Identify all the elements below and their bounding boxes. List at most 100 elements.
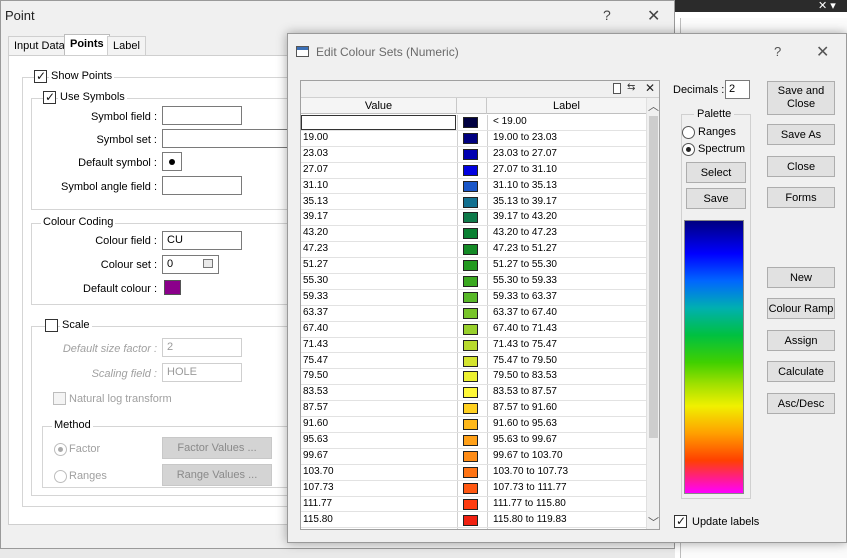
asc-desc-button[interactable]: Asc/Desc xyxy=(767,393,835,414)
colour-swatch[interactable] xyxy=(463,132,478,144)
table-row[interactable]: 115.80 115.80 to 119.83 xyxy=(301,513,646,529)
value-cell[interactable] xyxy=(301,115,456,130)
close-icon[interactable]: ✕ xyxy=(816,42,829,62)
label-cell[interactable]: 67.40 to 71.43 xyxy=(493,323,557,334)
colour-swatch[interactable] xyxy=(463,498,478,510)
colour-swatch[interactable] xyxy=(463,450,478,462)
table-row[interactable]: 99.67 99.67 to 103.70 xyxy=(301,449,646,465)
value-cell[interactable]: 43.20 xyxy=(303,227,328,238)
value-cell[interactable]: 107.73 xyxy=(303,482,334,493)
delete-row-icon[interactable]: ✕ xyxy=(645,81,655,95)
value-cell[interactable]: 39.17 xyxy=(303,211,328,222)
colour-ramp-button[interactable]: Colour Ramp xyxy=(767,298,835,319)
colour-swatch[interactable] xyxy=(463,435,478,446)
label-cell[interactable]: 95.63 to 99.67 xyxy=(493,434,557,445)
table-row[interactable]: 23.03 23.03 to 27.07 xyxy=(301,147,646,163)
table-row[interactable]: 67.40 67.40 to 71.43 xyxy=(301,322,646,338)
value-cell[interactable]: 31.10 xyxy=(303,180,328,191)
use-symbols-checkbox[interactable] xyxy=(43,90,56,104)
label-cell[interactable]: 23.03 to 27.07 xyxy=(493,148,557,159)
grid-scrollbar[interactable]: ︿ ﹀ xyxy=(646,98,659,529)
colour-swatch[interactable] xyxy=(463,482,478,494)
calculate-button[interactable]: Calculate xyxy=(767,361,835,382)
label-cell[interactable]: 39.17 to 43.20 xyxy=(493,211,557,222)
value-cell[interactable]: 71.43 xyxy=(303,339,328,350)
forms-button[interactable]: Forms xyxy=(767,187,835,208)
label-cell[interactable]: < 19.00 xyxy=(493,116,527,127)
value-cell[interactable]: 59.33 xyxy=(303,291,328,302)
colour-swatch[interactable] xyxy=(463,339,478,351)
table-row[interactable]: 27.07 27.07 to 31.10 xyxy=(301,163,646,179)
value-cell[interactable]: 103.70 xyxy=(303,466,334,477)
label-cell[interactable]: 27.07 to 31.10 xyxy=(493,164,557,175)
value-cell[interactable]: 63.37 xyxy=(303,307,328,318)
label-cell[interactable]: 75.47 to 79.50 xyxy=(493,355,557,366)
label-cell[interactable]: 51.27 to 55.30 xyxy=(493,259,557,270)
value-cell[interactable]: 47.23 xyxy=(303,243,328,254)
table-row[interactable]: 71.43 71.43 to 75.47 xyxy=(301,338,646,354)
table-row[interactable]: 79.50 79.50 to 83.53 xyxy=(301,369,646,386)
decimals-input[interactable]: 2 xyxy=(725,80,750,99)
tab-points[interactable]: Points xyxy=(64,34,110,56)
label-cell[interactable]: 63.37 to 67.40 xyxy=(493,307,557,318)
value-cell[interactable]: 83.53 xyxy=(303,386,328,397)
palette-spectrum-radio[interactable] xyxy=(682,143,695,156)
close-button[interactable]: Close xyxy=(767,156,835,177)
default-colour-swatch[interactable] xyxy=(164,280,181,295)
table-row[interactable]: 103.70 103.70 to 107.73 xyxy=(301,465,646,481)
value-cell[interactable]: 23.03 xyxy=(303,148,328,159)
value-cell[interactable]: 67.40 xyxy=(303,323,328,334)
colour-swatch[interactable] xyxy=(463,276,478,287)
table-row[interactable]: 39.17 39.17 to 43.20 xyxy=(301,210,646,227)
colour-swatch[interactable] xyxy=(463,419,478,431)
table-row[interactable]: 31.10 31.10 to 35.13 xyxy=(301,179,646,195)
show-points-checkbox[interactable] xyxy=(34,69,47,83)
help-icon[interactable]: ? xyxy=(774,44,781,59)
label-cell[interactable]: 111.77 to 115.80 xyxy=(493,498,566,509)
colour-swatch[interactable] xyxy=(463,291,478,303)
label-cell[interactable]: 59.33 to 63.37 xyxy=(493,291,557,302)
table-row[interactable]: 43.20 43.20 to 47.23 xyxy=(301,226,646,243)
palette-save-button[interactable]: Save xyxy=(686,188,746,209)
colour-swatch[interactable] xyxy=(463,228,478,240)
background-window-chevron-icon[interactable]: ▾ xyxy=(830,0,836,12)
label-cell[interactable]: 87.57 to 91.60 xyxy=(493,402,557,413)
table-row[interactable]: < 19.00 xyxy=(301,115,646,131)
save-and-close-button[interactable]: Save and Close xyxy=(767,81,835,115)
table-row[interactable]: 87.57 87.57 to 91.60 xyxy=(301,401,646,418)
label-cell[interactable]: 55.30 to 59.33 xyxy=(493,275,557,286)
colour-swatch[interactable] xyxy=(463,371,478,383)
background-window-controls[interactable]: ✕ ▾ xyxy=(818,0,836,12)
table-row[interactable]: 63.37 63.37 to 67.40 xyxy=(301,306,646,322)
value-cell[interactable]: 99.67 xyxy=(303,450,328,461)
label-cell[interactable]: 47.23 to 51.27 xyxy=(493,243,557,254)
symbol-field-input[interactable] xyxy=(162,106,242,125)
tab-label[interactable]: Label xyxy=(107,36,146,56)
factor-values-button[interactable]: Factor Values ... xyxy=(162,437,272,459)
colour-swatch[interactable] xyxy=(463,164,478,176)
value-cell[interactable]: 55.30 xyxy=(303,275,328,286)
label-cell[interactable]: 71.43 to 75.47 xyxy=(493,339,557,350)
colour-swatch[interactable] xyxy=(463,212,478,224)
colour-column-header[interactable] xyxy=(457,98,487,114)
factor-radio[interactable] xyxy=(54,443,67,456)
table-row[interactable]: 107.73 107.73 to 111.77 xyxy=(301,481,646,497)
table-row[interactable]: 47.23 47.23 to 51.27 xyxy=(301,242,646,259)
value-cell[interactable]: 115.80 xyxy=(303,514,333,525)
label-cell[interactable]: 91.60 to 95.63 xyxy=(493,418,557,429)
default-size-factor-input[interactable]: 2 xyxy=(162,338,242,357)
scroll-up-icon[interactable]: ︿ xyxy=(648,98,659,114)
value-cell[interactable]: 111.77 xyxy=(303,498,332,509)
colour-swatch[interactable] xyxy=(463,117,478,128)
palette-select-button[interactable]: Select xyxy=(686,162,746,183)
colour-set-grid[interactable]: ⇆ ✕ Value Label < 19.00 19.00 19.00 to 23.… xyxy=(300,80,660,530)
ranges-radio[interactable] xyxy=(54,470,67,483)
scale-checkbox[interactable] xyxy=(45,319,58,332)
label-cell[interactable]: 19.00 to 23.03 xyxy=(493,132,557,143)
label-cell[interactable]: 43.20 to 47.23 xyxy=(493,227,557,238)
colour-swatch[interactable] xyxy=(463,307,478,319)
grid-picker-icon[interactable] xyxy=(203,259,213,268)
label-column-header[interactable]: Label xyxy=(487,98,646,114)
colour-swatch[interactable] xyxy=(463,323,478,335)
colour-swatch[interactable] xyxy=(463,260,478,272)
